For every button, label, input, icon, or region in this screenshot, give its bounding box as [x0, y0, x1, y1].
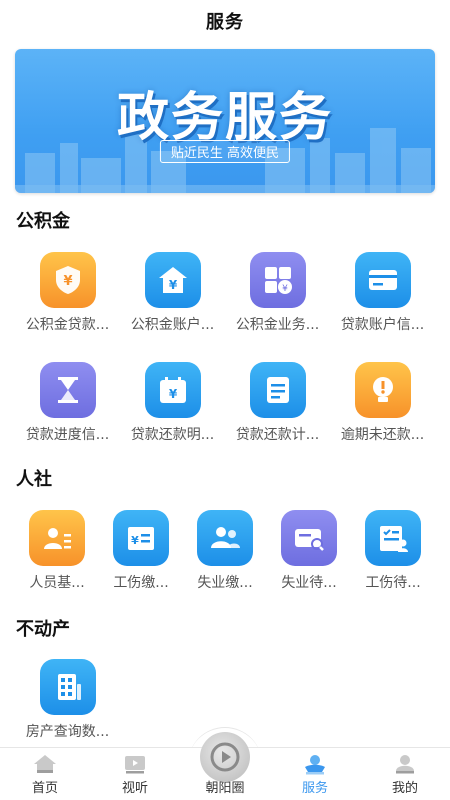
item-label: 逾期未还款... [340, 427, 425, 443]
people-icon [197, 510, 253, 566]
gov-service-banner[interactable]: 政务服务 贴近民生 高效便民 [15, 49, 435, 193]
work-injury-benefit-item[interactable]: 工伤待... [351, 510, 435, 592]
item-label: 贷款账户信... [340, 317, 425, 333]
circle-play-icon[interactable] [200, 732, 250, 782]
svg-text:¥: ¥ [282, 284, 288, 294]
item-label: 贷款进度信... [25, 427, 110, 443]
housing-fund-loan-item[interactable]: ¥ 公积金贷款... [15, 252, 120, 334]
item-label: 人员基... [29, 575, 85, 591]
unemployment-payment-item[interactable]: 失业缴... [183, 510, 267, 592]
form-person-icon [365, 510, 421, 566]
housing-fund-business-item[interactable]: ¥ 公积金业务... [225, 252, 330, 334]
banner-title: 政务服务 [116, 88, 333, 148]
item-label: 失业缴... [197, 575, 253, 591]
loan-account-info-item[interactable]: 贷款账户信... [330, 252, 435, 334]
svg-text:¥: ¥ [131, 534, 139, 547]
section-title-housing-fund: 公积金 [16, 211, 70, 232]
personnel-basic-info-item[interactable]: 人员基... [15, 510, 99, 592]
item-label: 房产查询数... [25, 724, 110, 740]
tab-label: 我的 [391, 781, 418, 796]
tab-label: 视听 [121, 781, 148, 796]
tab-label: 首页 [31, 781, 58, 796]
page-title: 服务 [206, 12, 244, 33]
svg-text:¥: ¥ [168, 278, 177, 292]
house-yuan-icon: ¥ [144, 252, 201, 308]
item-label: 贷款还款明... [130, 427, 215, 443]
item-label: 公积金业务... [235, 317, 320, 333]
loan-repayment-detail-item[interactable]: ¥ 贷款还款明... [120, 362, 225, 444]
lightbulb-alert-icon [354, 362, 411, 418]
item-label: 公积金贷款... [25, 317, 110, 333]
tab-mine[interactable]: 我的 [360, 748, 450, 800]
tab-label: 服务 [301, 781, 328, 796]
unemployment-benefit-item[interactable]: 失业待... [267, 510, 351, 592]
svg-text:¥: ¥ [168, 387, 177, 401]
hourglass-icon [39, 362, 96, 418]
video-icon [122, 753, 148, 775]
top-bar: 服务 [0, 0, 450, 42]
item-label: 失业待... [281, 575, 337, 591]
list-doc-icon [249, 362, 306, 418]
home-icon [32, 753, 58, 775]
overdue-loan-item[interactable]: 逾期未还款... [330, 362, 435, 444]
calendar-yuan-icon: ¥ [144, 362, 201, 418]
building-icon [39, 659, 96, 715]
banner-slogan: 贴近民生 高效便民 [159, 140, 291, 163]
shield-yuan-icon: ¥ [39, 252, 96, 308]
section-title-real-estate: 不动产 [16, 619, 70, 640]
service-icon [302, 753, 328, 775]
property-query-item[interactable]: 房产查询数... [15, 659, 120, 741]
id-card-icon [29, 510, 85, 566]
tab-home[interactable]: 首页 [0, 748, 90, 800]
item-label: 贷款还款计... [235, 427, 320, 443]
item-label: 工伤缴... [113, 575, 169, 591]
work-injury-payment-item[interactable]: ¥ 工伤缴... [99, 510, 183, 592]
tab-video[interactable]: 视听 [90, 748, 180, 800]
loan-repayment-plan-item[interactable]: 贷款还款计... [225, 362, 330, 444]
bill-yuan-icon: ¥ [113, 510, 169, 566]
check-search-icon [281, 510, 337, 566]
tab-service[interactable]: 服务 [270, 748, 360, 800]
svg-text:¥: ¥ [63, 274, 72, 289]
housing-fund-account-item[interactable]: ¥ 公积金账户... [120, 252, 225, 334]
grid-yuan-icon: ¥ [249, 252, 306, 308]
user-icon [392, 753, 418, 775]
section-title-social-security: 人社 [16, 469, 52, 490]
card-icon [354, 252, 411, 308]
item-label: 工伤待... [365, 575, 421, 591]
item-label: 公积金账户... [130, 317, 215, 333]
loan-progress-item[interactable]: 贷款进度信... [15, 362, 120, 444]
